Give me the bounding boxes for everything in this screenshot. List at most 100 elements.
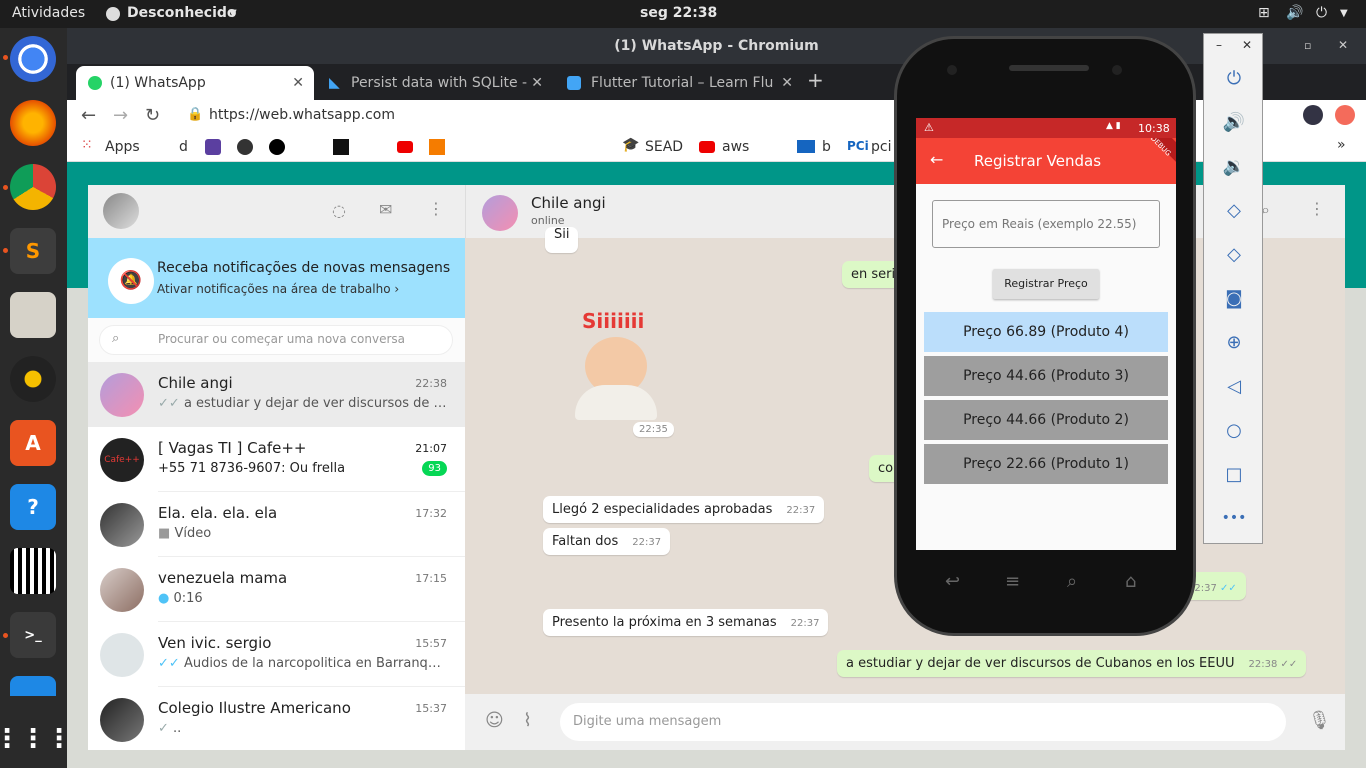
chrome-icon[interactable] xyxy=(10,164,56,210)
more-bookmarks-icon[interactable]: » xyxy=(1337,137,1346,153)
rotate-right-icon[interactable]: ◇ xyxy=(1204,232,1264,276)
rotate-left-icon[interactable]: ◇ xyxy=(1204,188,1264,232)
bookmark-pci[interactable]: pci xyxy=(871,139,891,155)
overview-square-icon[interactable]: □ xyxy=(1204,452,1264,496)
chat-item-ela[interactable]: Ela. ela. ela. ela 17:32 ■ Vídeo xyxy=(88,492,465,557)
firefox-icon[interactable] xyxy=(10,100,56,146)
power-icon[interactable]: ⏻ xyxy=(1204,56,1264,100)
notification-banner[interactable]: 🔕 Receba notificações de novas mensagens… xyxy=(88,238,465,318)
medium-icon[interactable] xyxy=(333,139,349,155)
chevron-down-icon[interactable]: ▼ xyxy=(1340,8,1348,19)
menu-icon[interactable]: ⋮ xyxy=(428,199,444,218)
chat-item-venezuela-mama[interactable]: venezuela mama 17:15 ● 0:16 xyxy=(88,557,465,622)
price-list-item[interactable]: Preço 44.66 (Produto 3) xyxy=(924,356,1168,396)
back-icon[interactable]: ← xyxy=(81,105,96,126)
tab-flutter-tutorial[interactable]: Flutter Tutorial – Learn Flu ✕ xyxy=(557,66,797,100)
volume-icon[interactable]: 🔊 xyxy=(1286,5,1303,21)
profile-avatar[interactable] xyxy=(1303,105,1323,125)
terminal-icon[interactable]: >_ xyxy=(10,612,56,658)
home-icon[interactable]: ⌂ xyxy=(1125,571,1136,592)
volume-down-icon[interactable]: 🔉 xyxy=(1204,144,1264,188)
extension-icon[interactable] xyxy=(1335,105,1355,125)
bookmark-b-icon[interactable] xyxy=(205,139,221,155)
close-icon[interactable]: ✕ xyxy=(1242,38,1252,52)
avatar[interactable] xyxy=(482,195,518,231)
price-list-item[interactable]: Preço 22.66 (Produto 1) xyxy=(924,444,1168,484)
skype-icon[interactable] xyxy=(10,676,56,696)
app-menu-label[interactable]: Desconhecido xyxy=(127,5,237,21)
software-center-icon[interactable]: A xyxy=(10,420,56,466)
register-price-button[interactable]: Registrar Preço xyxy=(993,269,1099,299)
chat-item-vagas-ti[interactable]: Cafe++ [ Vagas TI ] Cafe++ 21:07 +55 71 … xyxy=(88,427,465,492)
activities-button[interactable]: Atividades xyxy=(12,5,85,21)
bookmark-box-icon[interactable] xyxy=(429,139,445,155)
price-input[interactable]: Preço em Reais (exemplo 22.55) xyxy=(932,200,1160,248)
back-triangle-icon[interactable]: ◁ xyxy=(1204,364,1264,408)
maximize-icon[interactable]: ▫ xyxy=(1304,39,1311,52)
youtube-icon[interactable] xyxy=(699,141,715,153)
zoom-icon[interactable]: ⊕ xyxy=(1204,320,1264,364)
chromium-icon[interactable] xyxy=(10,36,56,82)
clock[interactable]: seg 22:38 xyxy=(640,5,717,21)
new-tab-icon[interactable]: + xyxy=(807,68,824,92)
flag-icon[interactable] xyxy=(797,140,815,153)
search-input[interactable]: ⌕ Procurar ou começar uma nova conversa xyxy=(99,325,453,355)
lock-icon[interactable]: 🔒 xyxy=(187,107,203,122)
bookmark-d[interactable]: d xyxy=(179,139,188,155)
price-list-item[interactable]: Preço 66.89 (Produto 4) xyxy=(924,312,1168,352)
more-icon[interactable]: ••• xyxy=(1204,496,1264,540)
bookmark-icon[interactable] xyxy=(237,139,253,155)
sublime-text-icon[interactable]: S xyxy=(10,228,56,274)
tab-sqlite[interactable]: ◣ Persist data with SQLite - ✕ xyxy=(317,66,547,100)
bookmark-in-icon[interactable] xyxy=(269,139,285,155)
chat-item-colegio[interactable]: Colegio Ilustre Americano 15:37 ✓ .. xyxy=(88,687,465,752)
rhythmbox-icon[interactable] xyxy=(10,356,56,402)
help-icon[interactable]: ? xyxy=(10,484,56,530)
default-avatar-icon xyxy=(100,633,144,677)
status-icon[interactable]: ◌ xyxy=(332,201,346,220)
chevron-down-icon[interactable]: ▼ xyxy=(229,8,237,19)
attach-icon[interactable]: ⌇ xyxy=(523,710,532,731)
notification-link[interactable]: Ativar notificações na área de trabalho … xyxy=(157,282,399,296)
search-icon[interactable]: ⌕ xyxy=(1067,571,1077,592)
chat-name: [ Vagas TI ] Cafe++ xyxy=(158,439,307,457)
back-icon[interactable]: ↩ xyxy=(945,571,960,592)
qr-code-icon[interactable] xyxy=(10,548,56,594)
youtube-icon[interactable] xyxy=(397,141,413,153)
forward-icon[interactable]: → xyxy=(113,105,128,126)
microphone-icon[interactable]: 🎙 xyxy=(1308,710,1331,731)
close-icon[interactable]: ✕ xyxy=(1338,38,1348,52)
volume-up-icon[interactable]: 🔊 xyxy=(1204,100,1264,144)
show-apps-icon[interactable]: ⋮⋮⋮ xyxy=(0,716,72,762)
chat-item-chile-angi[interactable]: Chile angi 22:38 ✓✓ a estudiar y dejar d… xyxy=(88,362,465,427)
bookmark-sead[interactable]: SEAD xyxy=(645,139,683,155)
chat-item-ven-ivic[interactable]: Ven ivic. sergio 15:57 ✓✓ Áudios de la n… xyxy=(88,622,465,687)
home-circle-icon[interactable]: ○ xyxy=(1204,408,1264,452)
message-input[interactable]: Digite uma mensagem xyxy=(560,703,1286,741)
tab-whatsapp[interactable]: (1) WhatsApp ✕ xyxy=(76,66,314,100)
bookmark-aws[interactable]: aws xyxy=(722,139,749,155)
price-list-item[interactable]: Preço 44.66 (Produto 2) xyxy=(924,400,1168,440)
sticker-baby[interactable]: Siiiiiii xyxy=(550,305,670,425)
power-icon[interactable]: ⏻ xyxy=(1316,5,1327,21)
close-icon[interactable]: ✕ xyxy=(531,66,543,100)
emoji-icon[interactable]: ☺ xyxy=(485,710,504,731)
reload-icon[interactable]: ↻ xyxy=(145,105,160,126)
back-arrow-icon[interactable]: ← xyxy=(930,150,943,169)
avatar[interactable] xyxy=(103,193,139,229)
menu-icon[interactable]: ≡ xyxy=(1005,571,1020,592)
bookmark-b[interactable]: b xyxy=(822,139,831,155)
close-icon[interactable]: ✕ xyxy=(292,66,304,100)
camera-icon[interactable]: ◙ xyxy=(1204,276,1264,320)
apps-grid-icon[interactable]: ⁙ xyxy=(81,137,93,153)
bookmark-apps[interactable]: Apps xyxy=(105,139,140,155)
minimize-icon[interactable]: – xyxy=(1216,38,1222,52)
pci-icon[interactable]: PCi xyxy=(847,139,869,153)
new-chat-icon[interactable]: ✉ xyxy=(379,200,392,219)
files-icon[interactable] xyxy=(10,292,56,338)
address-bar[interactable]: https://web.whatsapp.com xyxy=(209,107,395,123)
network-icon[interactable]: ⊞ xyxy=(1258,5,1270,21)
menu-icon[interactable]: ⋮ xyxy=(1309,199,1325,218)
bookmark-sead-icon[interactable]: 🎓 xyxy=(622,137,639,153)
close-icon[interactable]: ✕ xyxy=(781,66,793,100)
